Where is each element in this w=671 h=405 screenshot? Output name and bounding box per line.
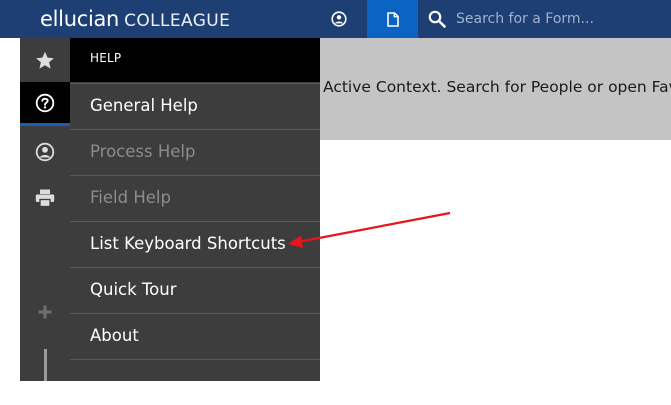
annotation-arrow (288, 211, 451, 248)
